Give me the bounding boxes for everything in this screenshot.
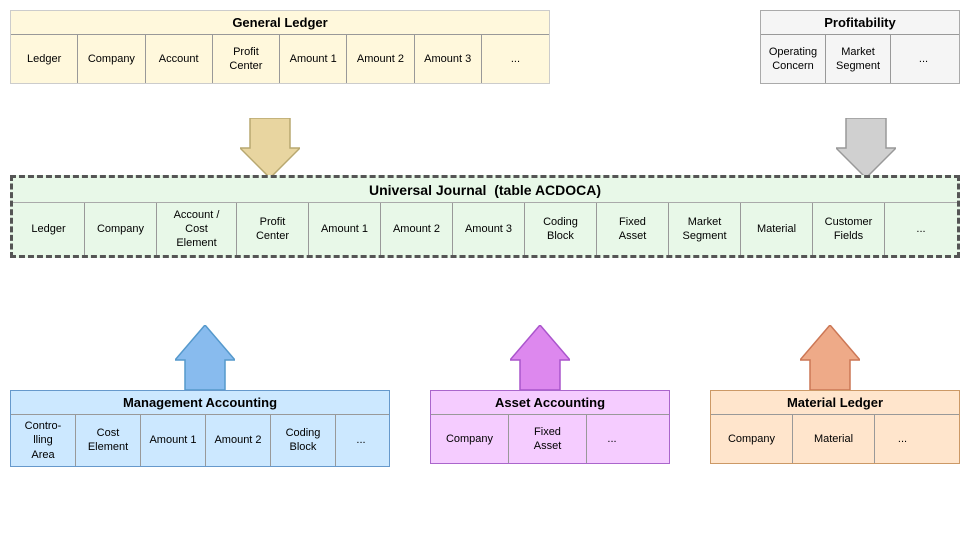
arrow-ml-to-uj [800, 325, 860, 390]
management-accounting-cells: Contro-llingArea CostElement Amount 1 Am… [11, 415, 389, 466]
universal-journal-title: Universal Journal (table ACDOCA) [13, 178, 957, 203]
ml-col-material: Material [793, 415, 875, 463]
uj-col-ledger: Ledger [13, 203, 85, 255]
arrow-ma-to-uj [175, 325, 235, 390]
profitability-title: Profitability [761, 11, 959, 35]
uj-col-amount1: Amount 1 [309, 203, 381, 255]
ml-col-ellipsis: ... [875, 415, 930, 463]
general-ledger-box: General Ledger Ledger Company Account Pr… [10, 10, 550, 84]
gl-col-account: Account [146, 35, 213, 83]
arrow-prof-to-uj [836, 118, 896, 178]
ma-col-amount2: Amount 2 [206, 415, 271, 466]
arrow-aa-to-uj [510, 325, 570, 390]
asset-accounting-cells: Company FixedAsset ... [431, 415, 669, 463]
uj-col-ellipsis: ... [885, 203, 957, 255]
gl-col-amount2: Amount 2 [347, 35, 414, 83]
material-ledger-cells: Company Material ... [711, 415, 959, 463]
material-ledger-title: Material Ledger [711, 391, 959, 415]
asset-accounting-box: Asset Accounting Company FixedAsset ... [430, 390, 670, 464]
uj-col-coding-block: CodingBlock [525, 203, 597, 255]
prof-col-market-segment: MarketSegment [826, 35, 891, 83]
material-ledger-box: Material Ledger Company Material ... [710, 390, 960, 464]
diagram-container: General Ledger Ledger Company Account Pr… [0, 0, 975, 539]
ma-col-ellipsis: ... [336, 415, 386, 466]
uj-col-customer-fields: CustomerFields [813, 203, 885, 255]
gl-col-amount1: Amount 1 [280, 35, 347, 83]
uj-col-account-cost: Account /CostElement [157, 203, 237, 255]
uj-col-market-segment: MarketSegment [669, 203, 741, 255]
prof-col-ellipsis: ... [891, 35, 956, 83]
management-accounting-box: Management Accounting Contro-llingArea C… [10, 390, 390, 467]
universal-journal-cells: Ledger Company Account /CostElement Prof… [13, 203, 957, 255]
management-accounting-title: Management Accounting [11, 391, 389, 415]
gl-col-ledger: Ledger [11, 35, 78, 83]
arrow-gl-to-uj [240, 118, 300, 178]
gl-col-company: Company [78, 35, 145, 83]
uj-col-company: Company [85, 203, 157, 255]
ma-col-amount1: Amount 1 [141, 415, 206, 466]
uj-col-profit-center: ProfitCenter [237, 203, 309, 255]
general-ledger-title: General Ledger [11, 11, 549, 35]
profitability-cells: OperatingConcern MarketSegment ... [761, 35, 959, 83]
ml-col-company: Company [711, 415, 793, 463]
uj-subtitle: (table ACDOCA) [494, 182, 601, 198]
universal-journal-box: Universal Journal (table ACDOCA) Ledger … [10, 175, 960, 258]
ma-col-coding-block: CodingBlock [271, 415, 336, 466]
uj-col-amount3: Amount 3 [453, 203, 525, 255]
gl-col-ellipsis: ... [482, 35, 549, 83]
uj-col-amount2: Amount 2 [381, 203, 453, 255]
aa-col-fixed-asset: FixedAsset [509, 415, 587, 463]
aa-col-ellipsis: ... [587, 415, 637, 463]
uj-col-material: Material [741, 203, 813, 255]
aa-col-company: Company [431, 415, 509, 463]
ma-col-controlling-area: Contro-llingArea [11, 415, 76, 466]
asset-accounting-title: Asset Accounting [431, 391, 669, 415]
uj-col-fixed-asset: FixedAsset [597, 203, 669, 255]
ma-col-cost-element: CostElement [76, 415, 141, 466]
profitability-box: Profitability OperatingConcern MarketSeg… [760, 10, 960, 84]
general-ledger-cells: Ledger Company Account ProfitCenter Amou… [11, 35, 549, 83]
gl-col-amount3: Amount 3 [415, 35, 482, 83]
prof-col-operating-concern: OperatingConcern [761, 35, 826, 83]
gl-col-profit-center: ProfitCenter [213, 35, 280, 83]
